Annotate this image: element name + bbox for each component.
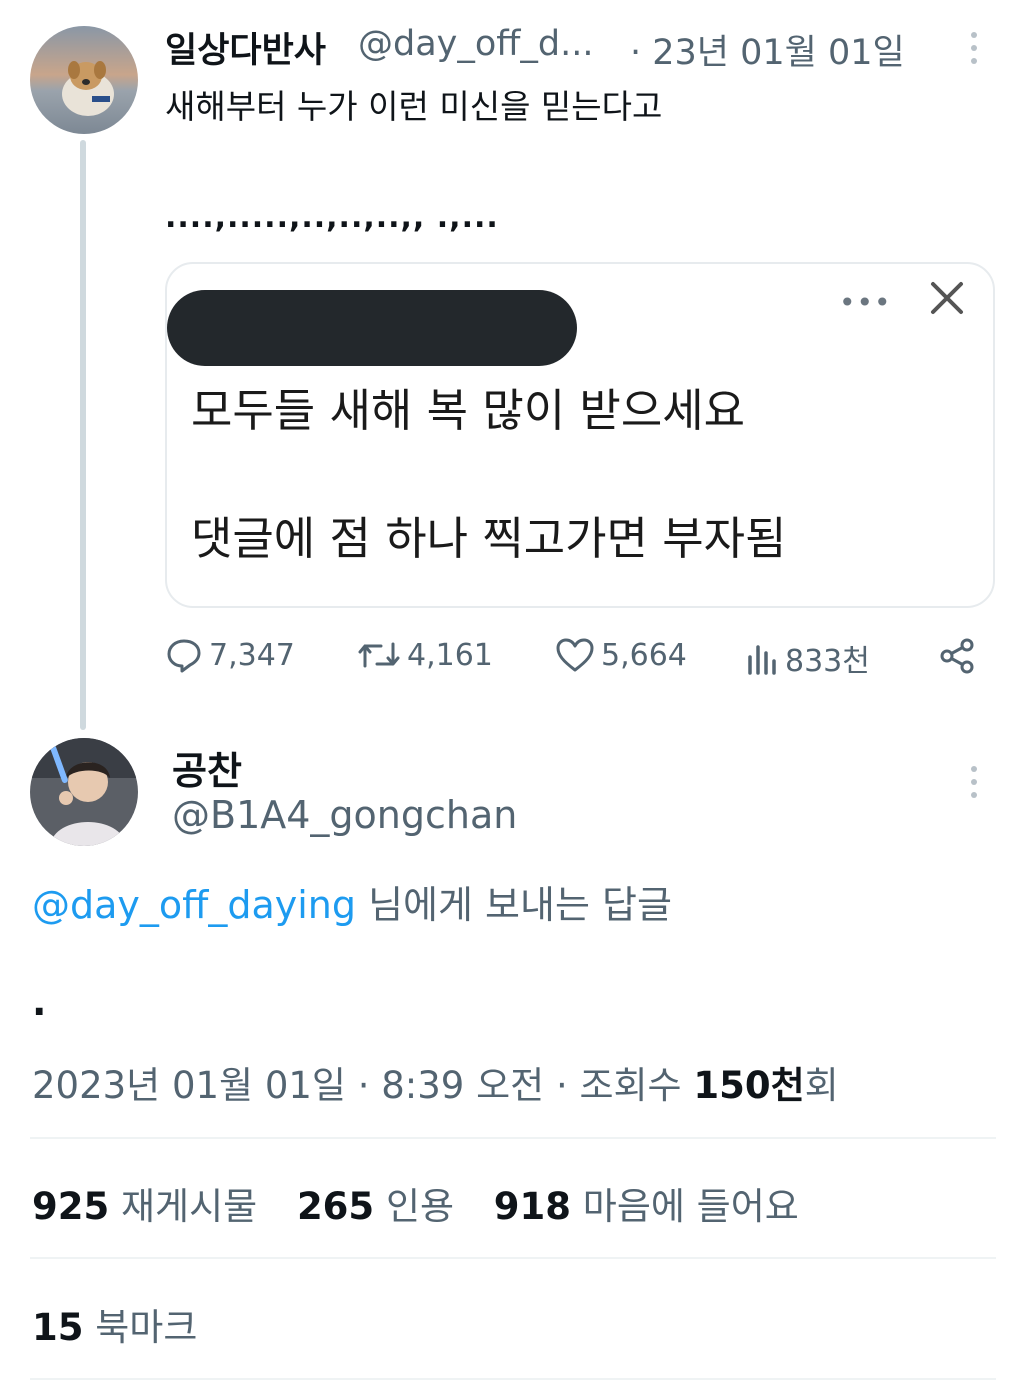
divider <box>30 1378 996 1380</box>
like-count: 5,664 <box>601 637 687 673</box>
tweet-action-bar: 7,347 4,161 5,664 833천 <box>165 636 985 686</box>
reply-display-name[interactable]: 공찬 <box>172 740 242 795</box>
reply-mention-link[interactable]: @day_off_daying <box>32 883 356 927</box>
reply-to-suffix: 님에게 보내는 답글 <box>355 883 672 927</box>
parent-display-name[interactable]: 일상다반사 <box>165 22 326 73</box>
likes-stat[interactable]: 918 마음에 들어요 <box>494 1185 799 1228</box>
avatar-day-off[interactable] <box>30 26 138 134</box>
quoted-image-card[interactable]: ••• 모두들 새해 복 많이 받으세요 댓글에 점 하나 찍고가면 부자됨 <box>165 262 995 608</box>
heart-icon <box>555 636 595 674</box>
tweet-datetime[interactable]: 2023년 01월 01일 · 8:39 오전 · 조회수 <box>32 1064 693 1107</box>
view-count: 150천 <box>693 1064 805 1107</box>
replying-to-line: @day_off_daying 님에게 보내는 답글 <box>32 874 672 929</box>
avatar-gongchan[interactable] <box>30 738 138 846</box>
tweet-metadata: 2023년 01월 01일 · 8:39 오전 · 조회수 150천회 <box>32 1055 839 1109</box>
parent-handle[interactable]: @day_off_d... <box>358 24 594 64</box>
retweet-count: 4,161 <box>407 637 493 673</box>
engagement-stats: 925 재게시물 265 인용 918 마음에 들어요 <box>32 1176 827 1230</box>
parent-date[interactable]: · 23년 01월 01일 <box>630 24 905 75</box>
bar-chart-icon <box>745 639 779 677</box>
ellipsis-icon: ••• <box>839 286 892 319</box>
reply-tweet-text: . <box>32 980 47 1024</box>
like-action[interactable]: 5,664 <box>555 636 687 674</box>
divider <box>30 1137 996 1139</box>
more-options-icon[interactable] <box>964 762 984 802</box>
retweets-stat[interactable]: 925 재게시물 <box>32 1185 257 1228</box>
reply-handle[interactable]: @B1A4_gongchan <box>172 793 517 837</box>
retweet-icon <box>357 636 401 674</box>
redacted-name-bar <box>167 290 577 366</box>
reply-count: 7,347 <box>209 637 295 673</box>
card-text-line-1: 모두들 새해 복 많이 받으세요 <box>191 384 746 437</box>
close-icon <box>927 278 967 318</box>
view-suffix: 회 <box>804 1064 839 1107</box>
reply-action[interactable]: 7,347 <box>165 636 295 674</box>
quotes-stat[interactable]: 265 인용 <box>297 1185 454 1228</box>
share-action[interactable] <box>937 636 977 676</box>
reply-icon <box>165 636 203 674</box>
more-options-icon[interactable] <box>964 28 984 68</box>
views-action[interactable]: 833천 <box>745 636 870 680</box>
bookmarks-stat[interactable]: 15 북마크 <box>32 1297 197 1351</box>
parent-tweet-text: 새해부터 누가 이런 미신을 믿는다고 <box>165 87 663 126</box>
parent-tweet-dots: ....,.....,..,..,..,, .,... <box>165 200 499 235</box>
views-count: 833천 <box>785 644 870 679</box>
card-text-line-2: 댓글에 점 하나 찍고가면 부자됨 <box>191 512 787 565</box>
divider <box>30 1257 996 1259</box>
retweet-action[interactable]: 4,161 <box>357 636 493 674</box>
thread-connector-line <box>80 140 86 730</box>
share-icon <box>937 636 977 676</box>
